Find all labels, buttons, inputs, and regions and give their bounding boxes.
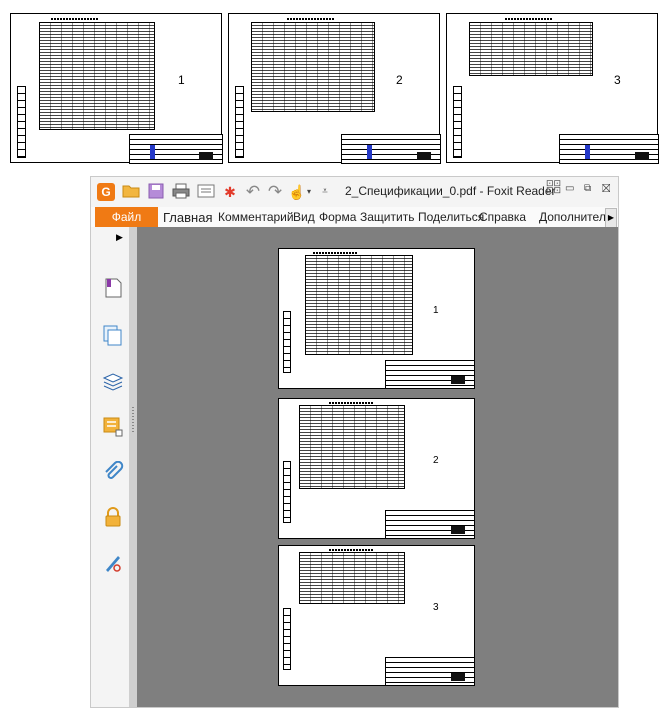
- menu-view[interactable]: Вид: [293, 210, 315, 224]
- menu-scroll-right-icon[interactable]: ▶: [605, 208, 617, 228]
- table-title: [329, 402, 373, 404]
- preview-page-3: 3: [446, 13, 659, 164]
- comments-icon[interactable]: [102, 416, 124, 438]
- menu-bar: Файл Главная Комментарий Вид Форма Защит…: [91, 207, 618, 228]
- layers-icon[interactable]: [102, 370, 124, 392]
- splitter-grip[interactable]: [132, 407, 134, 433]
- security-icon[interactable]: [102, 506, 124, 528]
- table-title: [329, 549, 373, 551]
- document-page-3: 3: [278, 545, 475, 686]
- page-number: 2: [433, 455, 439, 466]
- side-stamp: [453, 86, 462, 158]
- undo-icon[interactable]: ↶: [243, 183, 263, 201]
- menu-comment[interactable]: Комментарий: [218, 210, 294, 224]
- table-title: [505, 18, 553, 20]
- table-title: [287, 18, 335, 20]
- ribbon-toggle-icon[interactable]: ⊡⊡ ⊡⊡: [546, 179, 561, 195]
- side-stamp: [17, 86, 26, 158]
- bookmark-icon[interactable]: [102, 277, 124, 299]
- page-number: 2: [396, 73, 403, 87]
- page-number: 3: [433, 602, 439, 613]
- document-view[interactable]: 1 2 3: [137, 227, 618, 707]
- file-menu-button[interactable]: Файл: [95, 207, 158, 227]
- spec-table: [299, 405, 405, 489]
- page-number: 1: [433, 305, 439, 316]
- blue-mark: [150, 145, 155, 159]
- side-stamp: [235, 86, 244, 158]
- print-icon[interactable]: [171, 183, 191, 201]
- black-mark: [451, 673, 465, 681]
- black-mark: [635, 152, 649, 160]
- hand-tool-icon[interactable]: ☝: [288, 183, 306, 201]
- preview-page-1: 1: [10, 13, 223, 164]
- side-stamp: [283, 608, 291, 670]
- page-number: 3: [614, 73, 621, 87]
- blue-mark: [367, 145, 372, 159]
- black-mark: [199, 152, 213, 160]
- pages-icon[interactable]: [102, 324, 124, 346]
- window-title: 2_Спецификации_0.pdf - Foxit Reader: [345, 184, 556, 198]
- menu-home[interactable]: Главная: [163, 210, 212, 225]
- title-block: [385, 360, 475, 389]
- scan-icon[interactable]: [196, 183, 216, 201]
- preview-page-2: 2: [228, 13, 441, 164]
- menu-protect[interactable]: Защитить: [360, 210, 414, 224]
- spec-table: [305, 255, 413, 355]
- save-icon[interactable]: [147, 183, 165, 201]
- menu-extra[interactable]: Дополнитель: [539, 210, 612, 224]
- open-folder-icon[interactable]: [121, 183, 141, 201]
- black-mark: [451, 376, 465, 384]
- table-title: [313, 252, 357, 254]
- table-title: [51, 18, 99, 20]
- menu-help[interactable]: Справка: [479, 210, 526, 224]
- side-stamp: [283, 461, 291, 523]
- hand-dropdown-icon[interactable]: ▾: [305, 183, 313, 201]
- spec-table: [299, 552, 405, 604]
- side-stamp: [283, 311, 291, 373]
- attachments-icon[interactable]: [102, 460, 124, 483]
- spec-table: [251, 22, 375, 112]
- blue-mark: [585, 145, 590, 159]
- restore-icon[interactable]: ⧉: [584, 183, 591, 194]
- customize-dropdown-icon[interactable]: ⩡: [319, 183, 331, 201]
- minimize-icon[interactable]: ▭: [565, 183, 574, 194]
- spec-table: [39, 22, 155, 130]
- title-bar: G ✱ ↶ ↷ ☝ ▾ ⩡ 2_Спецификации_0.pdf - Fox…: [91, 177, 618, 207]
- menu-share[interactable]: Поделиться: [418, 210, 484, 224]
- navigation-panel: ▶: [91, 227, 129, 707]
- new-icon[interactable]: ✱: [221, 183, 239, 201]
- close-icon[interactable]: ⛝: [602, 183, 610, 196]
- signature-icon[interactable]: [102, 552, 124, 574]
- document-page-2: 2: [278, 398, 475, 539]
- black-mark: [451, 526, 465, 534]
- spec-table: [469, 22, 593, 76]
- menu-form[interactable]: Форма: [319, 210, 356, 224]
- document-page-1: 1: [278, 248, 475, 389]
- panel-splitter[interactable]: [129, 227, 137, 707]
- expand-panel-icon[interactable]: ▶: [116, 232, 123, 243]
- black-mark: [417, 152, 431, 160]
- foxit-logo-icon[interactable]: G: [97, 183, 115, 201]
- title-block: [385, 510, 475, 539]
- foxit-reader-window: G ✱ ↶ ↷ ☝ ▾ ⩡ 2_Спецификации_0.pdf - Fox…: [90, 176, 619, 708]
- redo-icon[interactable]: ↷: [265, 183, 285, 201]
- title-block: [385, 657, 475, 686]
- page-number: 1: [178, 73, 185, 87]
